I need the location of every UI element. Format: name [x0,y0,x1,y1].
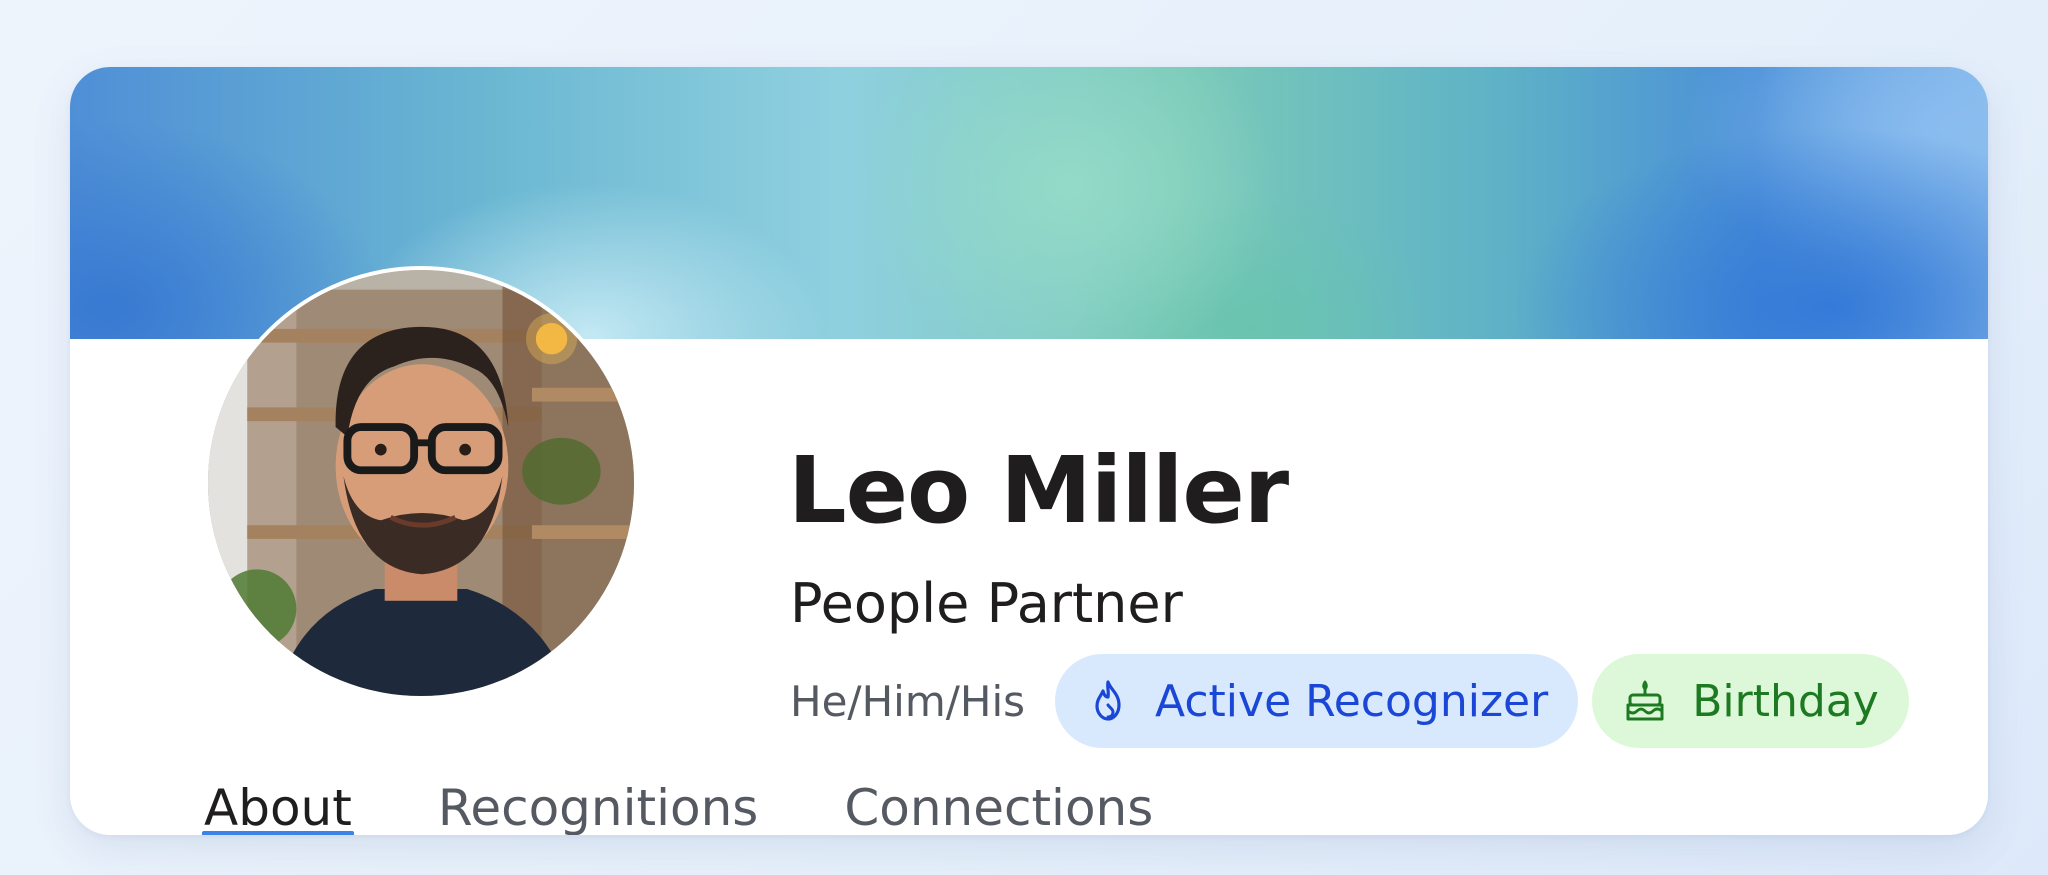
birthday-badge[interactable]: Birthday [1592,654,1909,748]
tab-about[interactable]: About [202,775,354,835]
active-recognizer-badge[interactable]: Active Recognizer [1055,654,1579,748]
badge-label: Birthday [1692,675,1879,727]
tab-recognitions[interactable]: Recognitions [436,775,760,835]
avatar-photo [208,270,634,696]
pronouns: He/Him/His [790,676,1026,726]
profile-name: Leo Miller [788,437,1289,544]
profile-card: Leo Miller People Partner He/Him/His Act… [70,67,1988,835]
tab-connections[interactable]: Connections [842,775,1155,835]
cake-icon [1622,678,1668,724]
profile-tabs: About Recognitions Connections [202,775,1155,835]
badge-label: Active Recognizer [1155,675,1549,727]
profile-meta-row: He/Him/His Active Recognizer Birthday [790,654,1909,748]
flame-icon [1085,678,1131,724]
avatar[interactable] [204,266,638,700]
job-title: People Partner [790,572,1183,635]
